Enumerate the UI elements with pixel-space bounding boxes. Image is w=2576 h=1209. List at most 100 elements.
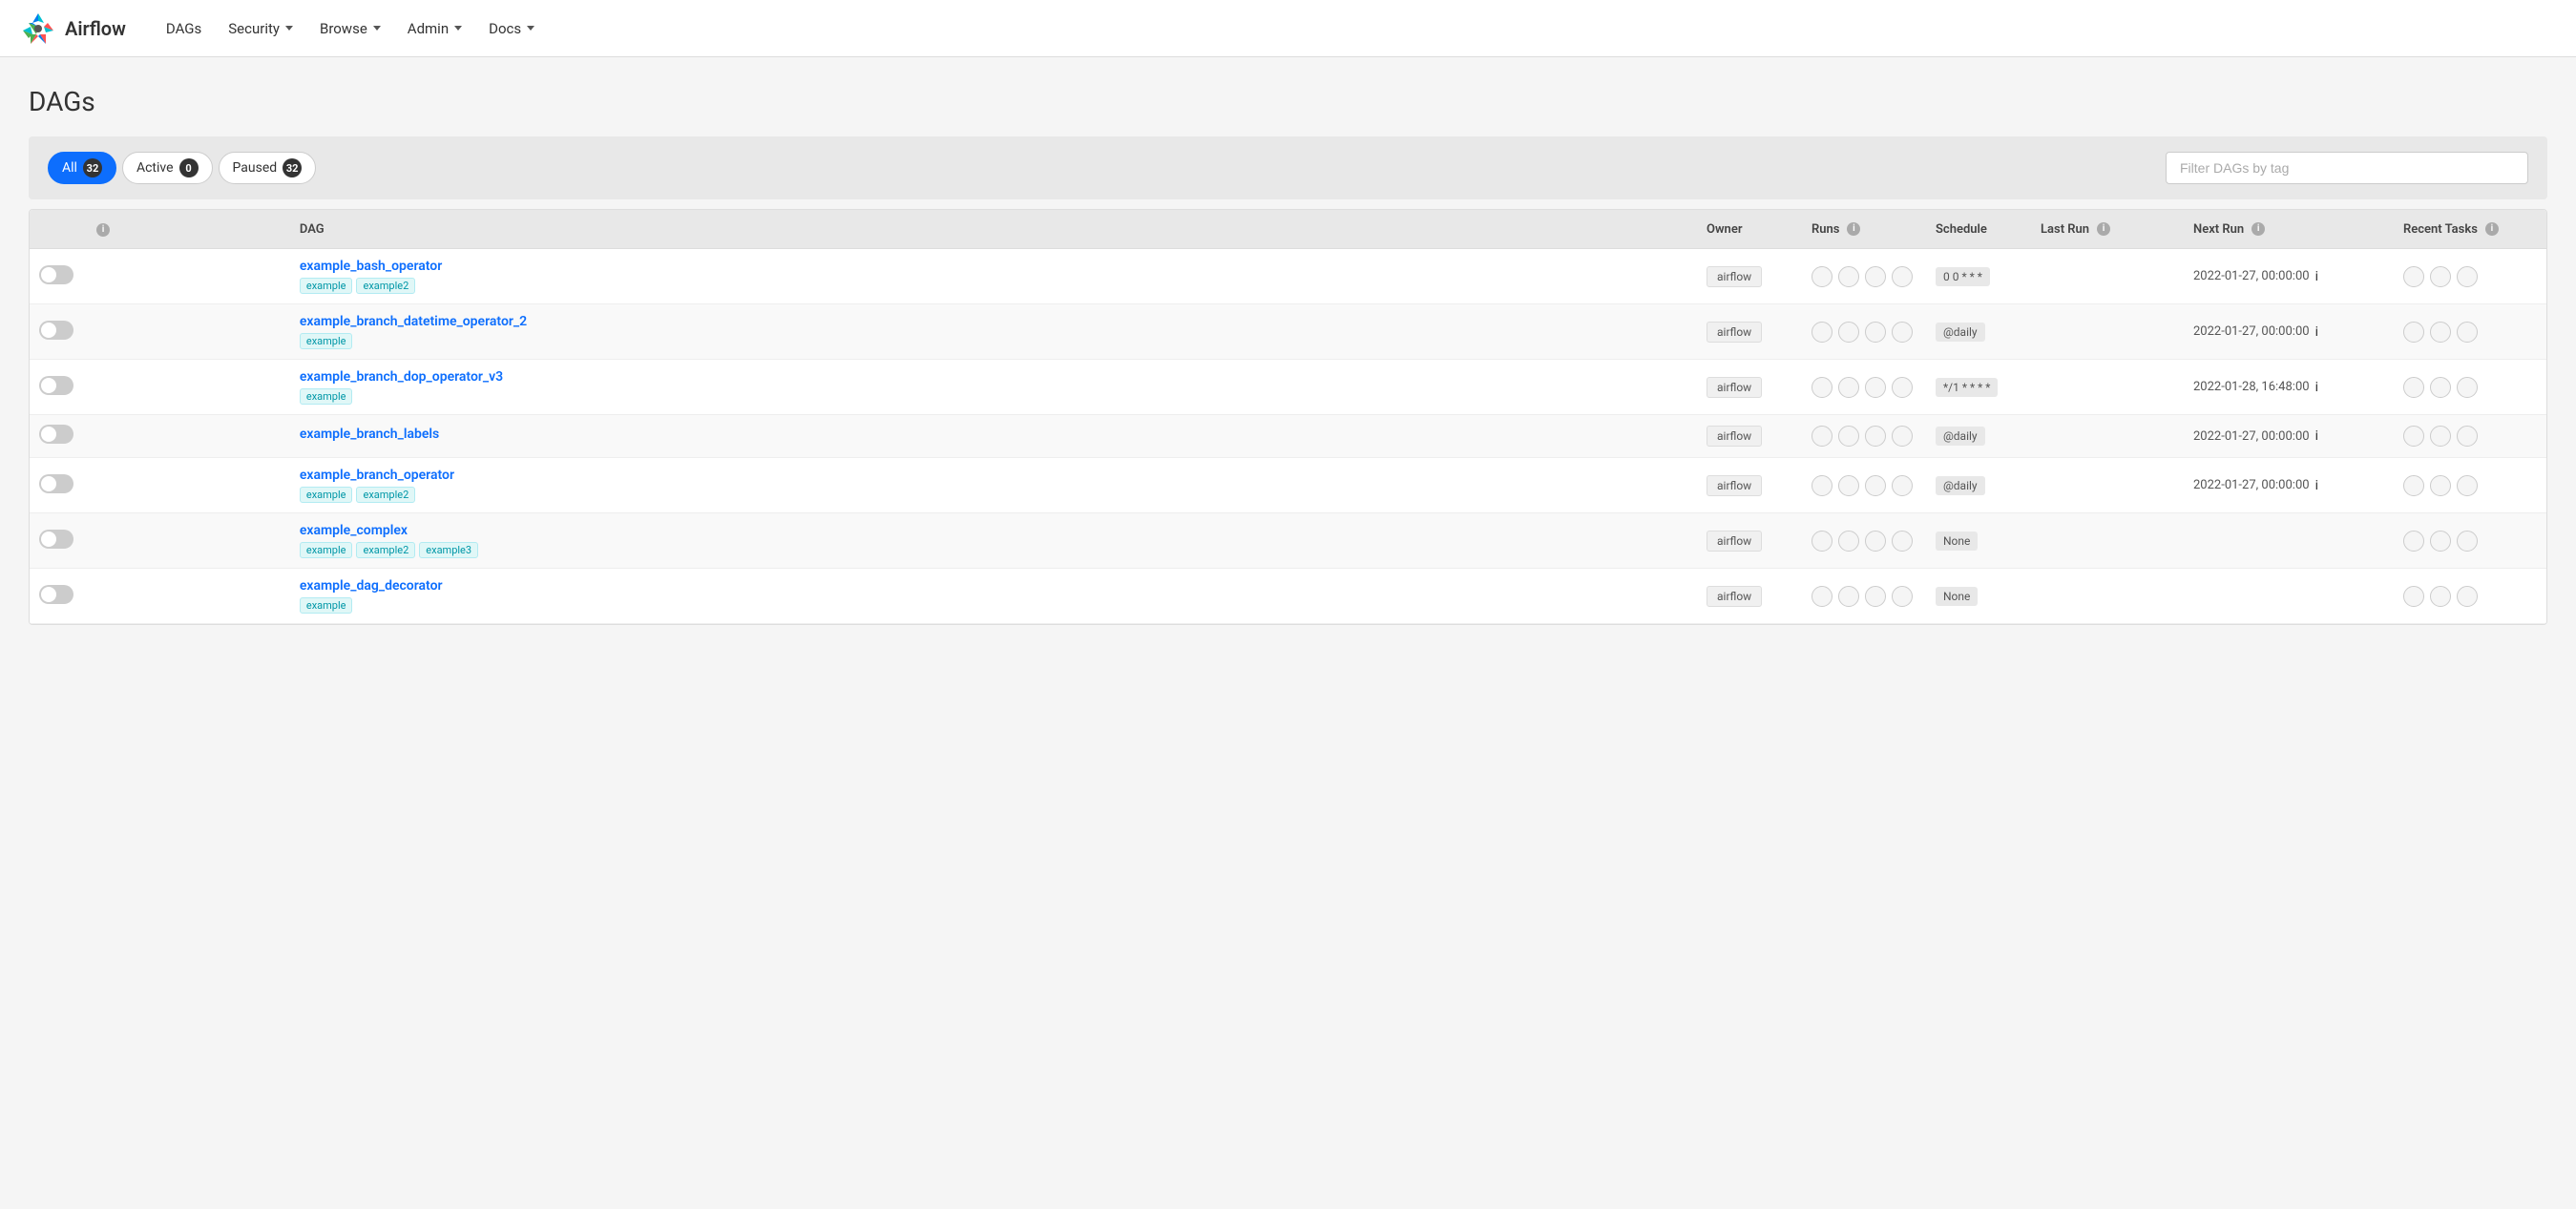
- next-run-info-icon[interactable]: i: [2315, 428, 2318, 444]
- dag-toggle-example_branch_operator[interactable]: [39, 474, 73, 493]
- dag-toggle-example_branch_datetime_operator_2[interactable]: [39, 321, 73, 340]
- dag-owner-cell: airflow: [1697, 458, 1802, 513]
- recent-task-circle: [2403, 426, 2424, 447]
- recent-task-circle: [2457, 266, 2478, 287]
- dag-toggle-example_bash_operator[interactable]: [39, 265, 73, 284]
- next-run-info: 2022-01-27, 00:00:00i: [2193, 324, 2384, 340]
- next-run-info-icon[interactable]: i: [2315, 324, 2318, 340]
- dag-name-link[interactable]: example_dag_decorator: [300, 578, 1687, 594]
- dag-tag[interactable]: example3: [419, 542, 478, 558]
- run-circle: [1812, 322, 1833, 343]
- dag-nextrun-cell: 2022-01-27, 00:00:00i: [2184, 458, 2394, 513]
- recent-task-circle: [2430, 266, 2451, 287]
- filter-tab-active[interactable]: Active 0: [122, 152, 213, 184]
- dag-name-cell: example_bash_operatorexampleexample2: [290, 249, 1697, 304]
- brand-logo[interactable]: Airflow: [19, 10, 126, 48]
- owner-badge: airflow: [1707, 266, 1762, 287]
- nav-admin[interactable]: Admin: [396, 12, 473, 45]
- lastrun-info-icon[interactable]: i: [2097, 222, 2110, 236]
- toggle-slider: [39, 474, 73, 493]
- dag-name-link[interactable]: example_branch_dop_operator_v3: [300, 369, 1687, 385]
- run-circle: [1812, 426, 1833, 447]
- next-run-info-icon[interactable]: i: [2315, 478, 2318, 493]
- dag-toggle-example_branch_dop_operator_v3[interactable]: [39, 376, 73, 395]
- dag-owner-cell: airflow: [1697, 249, 1802, 304]
- dag-name-link[interactable]: example_branch_labels: [300, 427, 1687, 442]
- table-info-icon[interactable]: i: [96, 223, 110, 237]
- recent-task-circle: [2430, 322, 2451, 343]
- row-info-cell: [83, 415, 290, 458]
- dag-toggle-example_dag_decorator[interactable]: [39, 585, 73, 604]
- dag-owner-cell: airflow: [1697, 304, 1802, 360]
- run-circle: [1838, 531, 1859, 552]
- nav-security[interactable]: Security: [217, 12, 304, 45]
- search-input[interactable]: [2166, 152, 2528, 184]
- nextrun-info-icon[interactable]: i: [2251, 222, 2265, 236]
- dag-name-cell: example_dag_decoratorexample: [290, 569, 1697, 624]
- dag-name-link[interactable]: example_branch_datetime_operator_2: [300, 314, 1687, 329]
- dag-runs-cell: [1802, 513, 1926, 569]
- page-title: DAGs: [29, 86, 2547, 117]
- dag-tag[interactable]: example: [300, 487, 353, 503]
- docs-dropdown-icon: [527, 26, 534, 31]
- recent-task-circle: [2457, 426, 2478, 447]
- recent-task-circles: [2403, 426, 2537, 447]
- dag-tag[interactable]: example2: [356, 487, 415, 503]
- filter-tab-all[interactable]: All 32: [48, 152, 116, 184]
- dag-tag[interactable]: example2: [356, 278, 415, 294]
- nav-dags[interactable]: DAGs: [155, 12, 213, 45]
- dag-tag[interactable]: example: [300, 597, 353, 614]
- schedule-badge: @daily: [1936, 476, 1985, 495]
- toggle-slider: [39, 425, 73, 444]
- next-run-info-icon[interactable]: i: [2315, 269, 2318, 284]
- dag-recenttasks-cell: [2394, 513, 2546, 569]
- admin-dropdown-icon: [454, 26, 462, 31]
- active-count-badge: 0: [179, 158, 199, 177]
- next-run-info: 2022-01-27, 00:00:00i: [2193, 478, 2384, 493]
- dag-name-cell: example_branch_operatorexampleexample2: [290, 458, 1697, 513]
- owner-badge: airflow: [1707, 377, 1762, 398]
- dag-name-link[interactable]: example_complex: [300, 523, 1687, 538]
- dag-tag[interactable]: example: [300, 278, 353, 294]
- dag-recenttasks-cell: [2394, 415, 2546, 458]
- dag-owner-cell: airflow: [1697, 513, 1802, 569]
- dag-runs-cell: [1802, 249, 1926, 304]
- run-circle: [1892, 475, 1913, 496]
- dag-tag[interactable]: example: [300, 333, 353, 349]
- filter-tab-paused[interactable]: Paused 32: [219, 152, 317, 184]
- dag-nextrun-cell: [2184, 513, 2394, 569]
- next-run-info: 2022-01-27, 00:00:00i: [2193, 269, 2384, 284]
- run-circle: [1892, 266, 1913, 287]
- dag-tag[interactable]: example2: [356, 542, 415, 558]
- run-circle: [1865, 266, 1886, 287]
- dag-name-link[interactable]: example_branch_operator: [300, 468, 1687, 483]
- run-circles: [1812, 266, 1916, 287]
- owner-badge: airflow: [1707, 475, 1762, 496]
- row-info-cell: [83, 513, 290, 569]
- owner-badge: airflow: [1707, 586, 1762, 607]
- run-circle: [1838, 426, 1859, 447]
- dag-schedule-cell: @daily: [1926, 304, 2031, 360]
- th-recenttasks: Recent Tasks i: [2394, 210, 2546, 249]
- recent-task-circles: [2403, 531, 2537, 552]
- runs-info-icon[interactable]: i: [1847, 222, 1860, 236]
- nav-browse[interactable]: Browse: [308, 12, 392, 45]
- dag-toggle-cell: [30, 513, 83, 569]
- dag-schedule-cell: None: [1926, 513, 2031, 569]
- nav-docs[interactable]: Docs: [477, 12, 546, 45]
- dag-toggle-example_branch_labels[interactable]: [39, 425, 73, 444]
- dag-name-link[interactable]: example_bash_operator: [300, 259, 1687, 274]
- next-run-info-icon[interactable]: i: [2315, 380, 2318, 395]
- dag-recenttasks-cell: [2394, 458, 2546, 513]
- owner-badge: airflow: [1707, 322, 1762, 343]
- dag-toggle-example_complex[interactable]: [39, 530, 73, 549]
- run-circle: [1892, 531, 1913, 552]
- run-circle: [1812, 266, 1833, 287]
- dag-runs-cell: [1802, 569, 1926, 624]
- page-content: DAGs All 32 Active 0 Paused 32: [0, 57, 2576, 644]
- dag-tag[interactable]: example: [300, 388, 353, 405]
- dag-nextrun-cell: [2184, 569, 2394, 624]
- recenttasks-info-icon[interactable]: i: [2485, 222, 2499, 236]
- dag-tag[interactable]: example: [300, 542, 353, 558]
- schedule-badge: None: [1936, 587, 1978, 606]
